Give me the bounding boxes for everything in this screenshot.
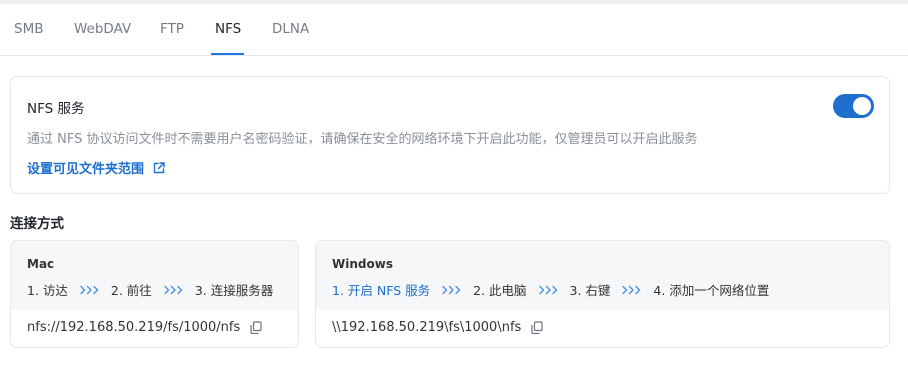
triple-chevron-icon bbox=[80, 285, 99, 295]
mac-steps: 1. 访达 2. 前往 3. 连接服务器 bbox=[27, 280, 273, 299]
active-tab-indicator bbox=[211, 53, 244, 55]
windows-step-2: 2. 此电脑 bbox=[473, 283, 527, 298]
windows-step-4: 4. 添加一个网络位置 bbox=[653, 283, 770, 298]
tab-smb[interactable]: SMB bbox=[14, 21, 43, 37]
windows-step-1-number: 1. bbox=[332, 283, 348, 298]
windows-label: Windows bbox=[332, 257, 393, 271]
tab-dlna[interactable]: DLNA bbox=[272, 21, 309, 37]
windows-card-header: Windows 1. 开启 NFS 服务 2. 此电脑 3. 右键 4. 添加一… bbox=[316, 241, 889, 310]
windows-step-1: 1. 开启 NFS 服务 bbox=[332, 280, 430, 299]
mac-card-header: Mac 1. 访达 2. 前往 3. 连接服务器 bbox=[11, 241, 298, 310]
mac-step-3: 3. 连接服务器 bbox=[194, 283, 274, 298]
tab-nfs[interactable]: NFS bbox=[215, 21, 241, 37]
windows-step-3: 3. 右键 bbox=[569, 283, 611, 298]
copy-icon[interactable] bbox=[250, 321, 262, 334]
toggle-knob bbox=[853, 97, 871, 115]
tab-webdav[interactable]: WebDAV bbox=[74, 21, 131, 37]
triple-chevron-icon bbox=[622, 285, 641, 295]
windows-connection-card: Windows 1. 开启 NFS 服务 2. 此电脑 3. 右键 4. 添加一… bbox=[315, 240, 890, 348]
windows-nfs-path: \\192.168.50.219\fs\1000\nfs bbox=[332, 320, 522, 335]
nfs-service-card: NFS 服务 通过 NFS 协议访问文件时不需要用户名密码验证，请确保在安全的网… bbox=[10, 76, 890, 194]
connection-methods-title: 连接方式 bbox=[10, 216, 64, 232]
enable-nfs-service-link[interactable]: 开启 NFS 服务 bbox=[348, 283, 430, 298]
mac-label: Mac bbox=[27, 257, 55, 271]
triple-chevron-icon bbox=[538, 285, 558, 295]
service-description: 通过 NFS 协议访问文件时不需要用户名密码验证，请确保在安全的网络环境下开启此… bbox=[27, 132, 698, 147]
mac-step-2: 2. 前往 bbox=[110, 283, 152, 298]
mac-connection-card: Mac 1. 访达 2. 前往 3. 连接服务器 nfs://192.168.5… bbox=[10, 240, 299, 348]
tab-ftp[interactable]: FTP bbox=[160, 21, 184, 37]
windows-steps: 1. 开启 NFS 服务 2. 此电脑 3. 右键 4. 添加一个网络位置 bbox=[332, 280, 769, 299]
visible-folders-link-label: 设置可见文件夹范围 bbox=[27, 162, 145, 177]
mac-path-row: nfs://192.168.50.219/fs/1000/nfs bbox=[27, 320, 262, 335]
external-link-icon bbox=[153, 161, 165, 174]
copy-icon[interactable] bbox=[531, 321, 543, 334]
service-title: NFS 服务 bbox=[27, 101, 85, 117]
nfs-service-toggle[interactable] bbox=[833, 94, 874, 118]
protocol-tabs: SMB WebDAV FTP NFS DLNA bbox=[0, 4, 908, 56]
triple-chevron-icon bbox=[164, 285, 183, 295]
triple-chevron-icon bbox=[442, 285, 461, 295]
mac-step-1: 1. 访达 bbox=[27, 283, 68, 298]
visible-folders-link[interactable]: 设置可见文件夹范围 bbox=[27, 158, 165, 177]
mac-nfs-path: nfs://192.168.50.219/fs/1000/nfs bbox=[27, 320, 241, 335]
windows-path-row: \\192.168.50.219\fs\1000\nfs bbox=[332, 320, 543, 335]
